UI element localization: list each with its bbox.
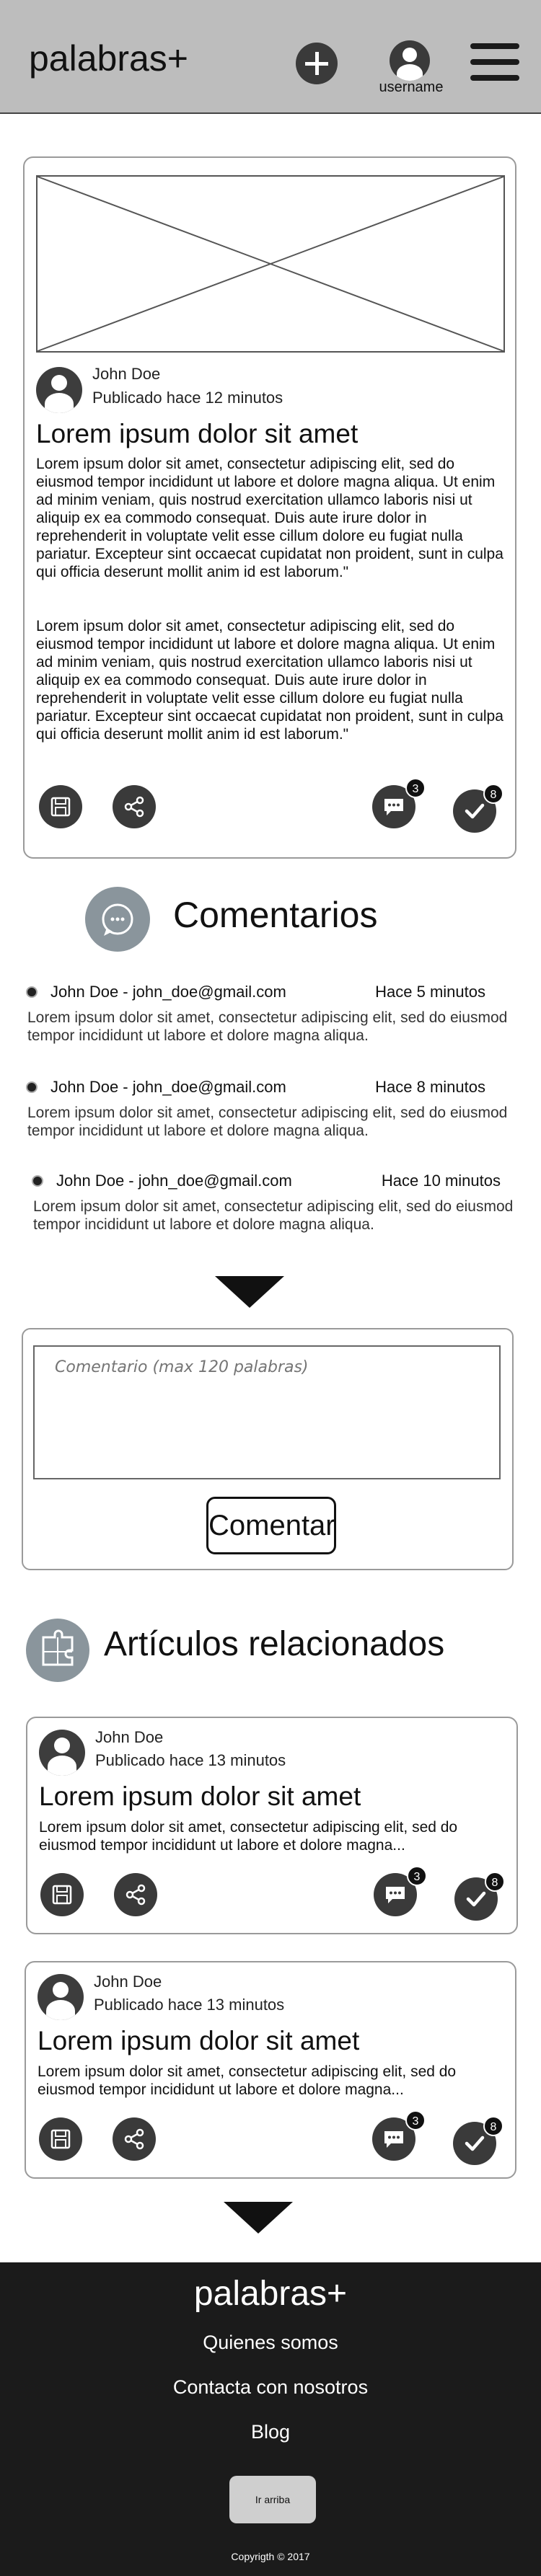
related-title: Artículos relacionados (104, 1625, 445, 1663)
comment-count-badge: 3 (405, 2110, 426, 2130)
chat-bubble-icon (85, 887, 150, 952)
save-button[interactable] (40, 1873, 84, 1916)
article-title[interactable]: Lorem ipsum dolor sit amet (39, 1781, 361, 1812)
speech-bubble-icon (386, 1887, 405, 1903)
approval-count-badge: 8 (483, 784, 503, 804)
comment-author[interactable]: John Doe - john_doe@gmail.com (56, 1172, 292, 1190)
footer: palabras+ Quienes somos Contacta con nos… (0, 2262, 541, 2576)
author-name[interactable]: John Doe (92, 365, 160, 384)
footer-link-blog[interactable]: Blog (0, 2421, 541, 2443)
comment-time: Hace 8 minutos (375, 1078, 485, 1096)
comment-count-badge: 3 (407, 1866, 427, 1886)
checkmark-icon (465, 2135, 485, 2151)
author-name[interactable]: John Doe (94, 1973, 162, 1991)
comment-count-badge: 3 (405, 778, 426, 798)
comment-text: Lorem ipsum dolor sit amet, consectetur … (27, 1105, 508, 1139)
comment-time: Hace 10 minutos (381, 1172, 501, 1190)
share-icon (126, 1884, 146, 1906)
floppy-disk-icon (52, 1885, 72, 1905)
approval-count-badge: 8 (483, 2116, 503, 2136)
top-header: palabras+ username (0, 0, 541, 114)
floppy-disk-icon (50, 797, 71, 817)
related-article-card[interactable]: John Doe Publicado hace 13 minutos Lorem… (26, 1717, 518, 1934)
down-arrow-icon[interactable] (224, 2202, 293, 2234)
save-button[interactable] (39, 785, 82, 828)
username-label[interactable]: username (375, 79, 447, 96)
share-icon (124, 796, 144, 818)
speech-bubble-icon (384, 799, 403, 815)
comment-author[interactable]: John Doe - john_doe@gmail.com (50, 983, 286, 1001)
footer-link-contact[interactable]: Contacta con nosotros (0, 2376, 541, 2399)
share-button[interactable] (113, 2117, 156, 2161)
comment-bullet (26, 1081, 38, 1093)
save-button[interactable] (39, 2117, 82, 2161)
user-icon[interactable] (390, 40, 430, 81)
comment-author[interactable]: John Doe - john_doe@gmail.com (50, 1078, 286, 1097)
comment-text: Lorem ipsum dolor sit amet, consectetur … (27, 1009, 508, 1044)
post-paragraph: Lorem ipsum dolor sit amet, consectetur … (36, 618, 503, 743)
puzzle-icon (26, 1619, 89, 1682)
comment-bullet (32, 1175, 43, 1187)
hamburger-menu-icon[interactable] (470, 43, 519, 81)
author-avatar[interactable] (36, 367, 82, 413)
comment-input[interactable] (33, 1345, 501, 1479)
article-title[interactable]: Lorem ipsum dolor sit amet (38, 2026, 359, 2056)
comment-text: Lorem ipsum dolor sit amet, consectetur … (33, 1198, 514, 1233)
copyright: Copyrigth © 2017 (231, 2551, 310, 2562)
share-button[interactable] (113, 785, 156, 828)
post-title: Lorem ipsum dolor sit amet (36, 419, 359, 448)
post-paragraph: Lorem ipsum dolor sit amet, consectetur … (36, 456, 503, 580)
comment-bullet (26, 986, 38, 998)
checkmark-icon (466, 1891, 486, 1907)
share-icon (124, 2128, 144, 2150)
post-card: John Doe Publicado hace 12 minutos Lorem… (23, 156, 516, 859)
approval-count-badge: 8 (485, 1872, 505, 1892)
published-time: Publicado hace 13 minutos (95, 1751, 286, 1769)
comment-form: Comentar (22, 1328, 514, 1570)
brand-logo[interactable]: palabras+ (29, 37, 188, 79)
down-arrow-icon[interactable] (215, 1276, 284, 1308)
plus-icon[interactable] (296, 43, 338, 84)
comment-time: Hace 5 minutos (375, 983, 485, 1001)
image-placeholder (36, 175, 505, 353)
share-button[interactable] (114, 1873, 157, 1916)
footer-brand[interactable]: palabras+ (0, 2274, 541, 2314)
submit-comment-button[interactable]: Comentar (206, 1497, 336, 1554)
author-avatar[interactable] (39, 1730, 85, 1776)
back-to-top-button[interactable]: Ir arriba (229, 2476, 316, 2523)
published-time: Publicado hace 13 minutos (94, 1996, 285, 2014)
checkmark-icon (465, 803, 485, 819)
author-avatar[interactable] (38, 1974, 84, 2020)
article-excerpt: Lorem ipsum dolor sit amet, consectetur … (38, 2063, 457, 2098)
floppy-disk-icon (50, 2129, 71, 2149)
published-time: Publicado hace 12 minutos (92, 389, 283, 407)
related-article-card[interactable]: John Doe Publicado hace 13 minutos Lorem… (25, 1961, 516, 2179)
footer-link-about[interactable]: Quienes somos (0, 2332, 541, 2354)
article-excerpt: Lorem ipsum dolor sit amet, consectetur … (39, 1819, 458, 1854)
comments-title: Comentarios (173, 895, 378, 935)
author-name[interactable]: John Doe (95, 1728, 163, 1747)
speech-bubble-icon (384, 2131, 403, 2148)
